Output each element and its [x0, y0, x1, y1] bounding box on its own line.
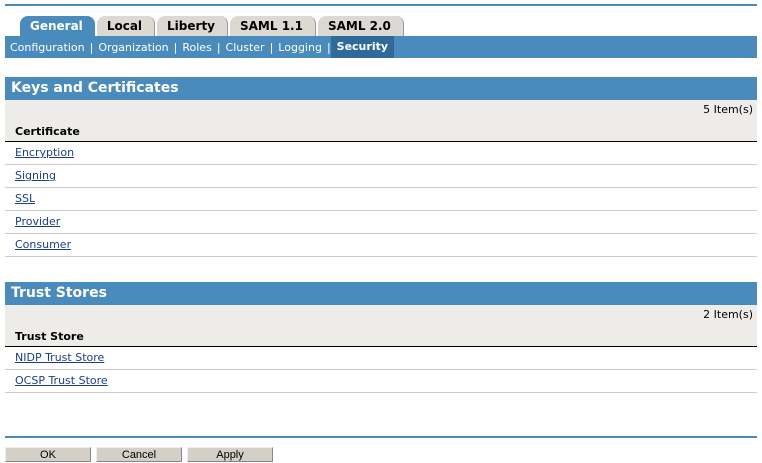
column-header: Certificate	[5, 120, 757, 142]
subnav-organization[interactable]: Organization	[93, 41, 173, 54]
table-row: Consumer	[5, 234, 757, 257]
table-row: NIDP Trust Store	[5, 347, 757, 370]
certificate-link-ssl[interactable]: SSL	[15, 192, 35, 205]
item-count: 2 Item(s)	[5, 305, 757, 325]
table-row: Encryption	[5, 142, 757, 165]
keys-certificates-section: Keys and Certificates 5 Item(s) Certific…	[5, 77, 757, 257]
cancel-button[interactable]: Cancel	[96, 447, 182, 462]
item-count: 5 Item(s)	[5, 100, 757, 120]
subnav-security[interactable]: Security	[330, 36, 395, 58]
sub-navigation: Configuration | Organization | Roles | Clus…	[5, 36, 757, 58]
tab-saml-1-1[interactable]: SAML 1.1	[230, 16, 316, 36]
subnav-cluster[interactable]: Cluster	[221, 41, 270, 54]
apply-button[interactable]: Apply	[187, 447, 273, 462]
trust-store-link-nidp[interactable]: NIDP Trust Store	[15, 351, 104, 364]
button-bar: OK Cancel Apply	[5, 447, 273, 462]
trust-store-link-ocsp[interactable]: OCSP Trust Store	[15, 374, 108, 387]
subnav-roles[interactable]: Roles	[177, 41, 216, 54]
section-title: Trust Stores	[5, 282, 757, 305]
table-row: Provider	[5, 211, 757, 234]
main-tabs: General Local Liberty SAML 1.1 SAML 2.0	[20, 16, 406, 36]
bottom-divider	[5, 436, 757, 438]
table-row: OCSP Trust Store	[5, 370, 757, 393]
subnav-configuration[interactable]: Configuration	[5, 41, 90, 54]
tab-saml-2-0[interactable]: SAML 2.0	[317, 16, 404, 36]
tab-general[interactable]: General	[20, 16, 95, 36]
certificate-link-provider[interactable]: Provider	[15, 215, 60, 228]
ok-button[interactable]: OK	[5, 447, 91, 462]
section-title: Keys and Certificates	[5, 77, 757, 100]
subnav-logging[interactable]: Logging	[273, 41, 327, 54]
certificate-link-signing[interactable]: Signing	[15, 169, 56, 182]
table-row: SSL	[5, 188, 757, 211]
certificate-link-consumer[interactable]: Consumer	[15, 238, 71, 251]
trust-stores-section: Trust Stores 2 Item(s) Trust Store NIDP …	[5, 282, 757, 393]
top-divider	[5, 4, 757, 6]
certificate-link-encryption[interactable]: Encryption	[15, 146, 74, 159]
column-header: Trust Store	[5, 325, 757, 347]
table-row: Signing	[5, 165, 757, 188]
tab-local[interactable]: Local	[96, 16, 156, 36]
tab-liberty[interactable]: Liberty	[157, 16, 228, 36]
